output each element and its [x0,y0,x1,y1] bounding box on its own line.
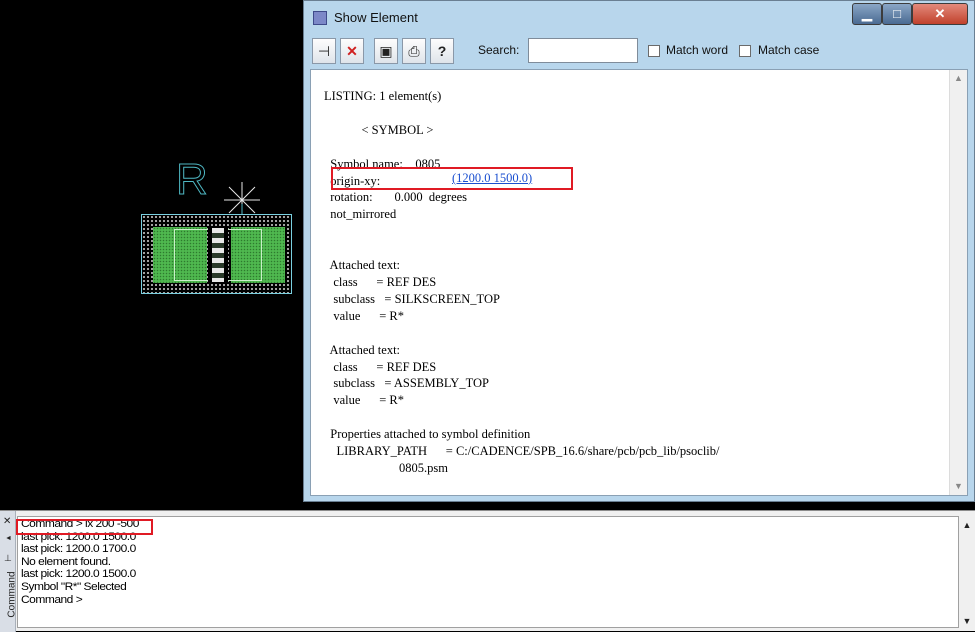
listing-line: < SYMBOL > [324,122,434,137]
listing-scrollbar[interactable]: ▲ ▼ [949,70,967,495]
component-body [208,228,228,282]
console-pin-icon[interactable]: ⊥ [4,553,12,564]
origin-xy-link[interactable]: (1200.0 1500.0) [452,171,532,186]
listing-line: 0805.psm [324,460,448,475]
help-button[interactable]: ? [430,38,454,64]
search-input[interactable] [528,38,638,63]
console-output[interactable]: Command > ix 200 -500 last pick: 1200.0 1… [16,516,959,628]
listing-text: LISTING: 1 element(s) < SYMBOL > Symbol … [324,88,720,477]
listing-line: Properties attached to symbol definition [324,427,531,442]
console-line: No element found. [21,554,111,568]
search-label: Search: [478,43,520,57]
pin-button[interactable]: ⊣ [312,38,336,64]
console-line: last pick: 1200.0 1500.0 [21,566,136,581]
console-line: last pick: 1200.0 1500.0 [21,528,136,543]
close-icon: ✕ [346,43,358,59]
toolbar: ⊣ ✕ ▣ ⎙ ? Search: Match word Match case [310,37,968,67]
listing-line: class = REF DES [324,274,437,289]
show-element-window[interactable]: Show Element ▁ □ ✕ ⊣ ✕ ▣ ⎙ ? Search: Mat… [303,0,975,502]
close-listing-button[interactable]: ✕ [340,38,364,64]
listing-line: LISTING: 1 element(s) [324,89,442,103]
command-console[interactable]: ✕ ◄ ⊥ Command Command > ix 200 -500 last … [0,510,975,632]
listing-line: LIBRARY_PATH = C:/CADENCE/SPB_16.6/share… [324,444,720,459]
ref-designator-text: R [176,155,209,204]
console-scroll-down-icon[interactable]: ▼ [959,616,975,626]
console-scrollbar[interactable]: ▲ ▼ [959,516,975,628]
listing-line: value = R* [324,308,404,323]
window-close-button[interactable]: ✕ [912,3,968,25]
help-icon: ? [437,43,447,59]
pin-icon: ⊣ [317,43,331,59]
console-line: Command > [21,591,83,606]
listing-line: Attached text: [324,342,401,357]
minimize-button[interactable]: ▁ [852,3,882,25]
listing-line: class = REF DES [324,359,437,374]
match-case-label: Match case [758,43,820,57]
console-scroll-up-icon[interactable]: ▲ [959,520,975,530]
listing-line: rotation: 0.000 degrees [324,190,468,205]
console-line: Symbol "R*" Selected [21,579,127,593]
console-side-bar: ✕ ◄ ⊥ Command [0,511,18,632]
console-close-icon[interactable]: ✕ [3,516,11,527]
console-title: Command [6,571,18,618]
maximize-button[interactable]: □ [882,3,912,25]
print-button[interactable]: ⎙ [402,38,426,64]
command-highlight-box [16,519,153,535]
console-line: last pick: 1200.0 1700.0 [21,541,136,555]
window-title: Show Element [334,10,418,25]
match-word-label: Match word [666,43,729,57]
app-icon [313,11,327,25]
listing-line: subclass = SILKSCREEN_TOP [324,291,500,306]
scroll-down-icon[interactable]: ▼ [950,478,967,495]
listing-line: subclass = ASSEMBLY_TOP [324,376,489,391]
scroll-up-icon[interactable]: ▲ [950,70,967,87]
listing-line: value = R* [324,393,404,408]
window-titlebar[interactable]: Show Element ▁ □ ✕ [304,1,974,35]
match-case-checkbox[interactable] [739,45,751,57]
save-icon: ▣ [379,43,393,59]
listing-line: Attached text: [324,258,401,273]
console-lines: Command > ix 200 -500 last pick: 1200.0 1… [18,517,958,605]
listing-line: not_mirrored [324,207,397,222]
match-word-checkbox[interactable] [648,45,660,57]
console-line: Command > ix 200 -500 [21,516,139,530]
console-collapse-icon[interactable]: ◄ [5,535,12,542]
save-button[interactable]: ▣ [374,38,398,64]
element-listing[interactable]: LISTING: 1 element(s) < SYMBOL > Symbol … [310,69,968,496]
print-icon: ⎙ [408,43,420,59]
